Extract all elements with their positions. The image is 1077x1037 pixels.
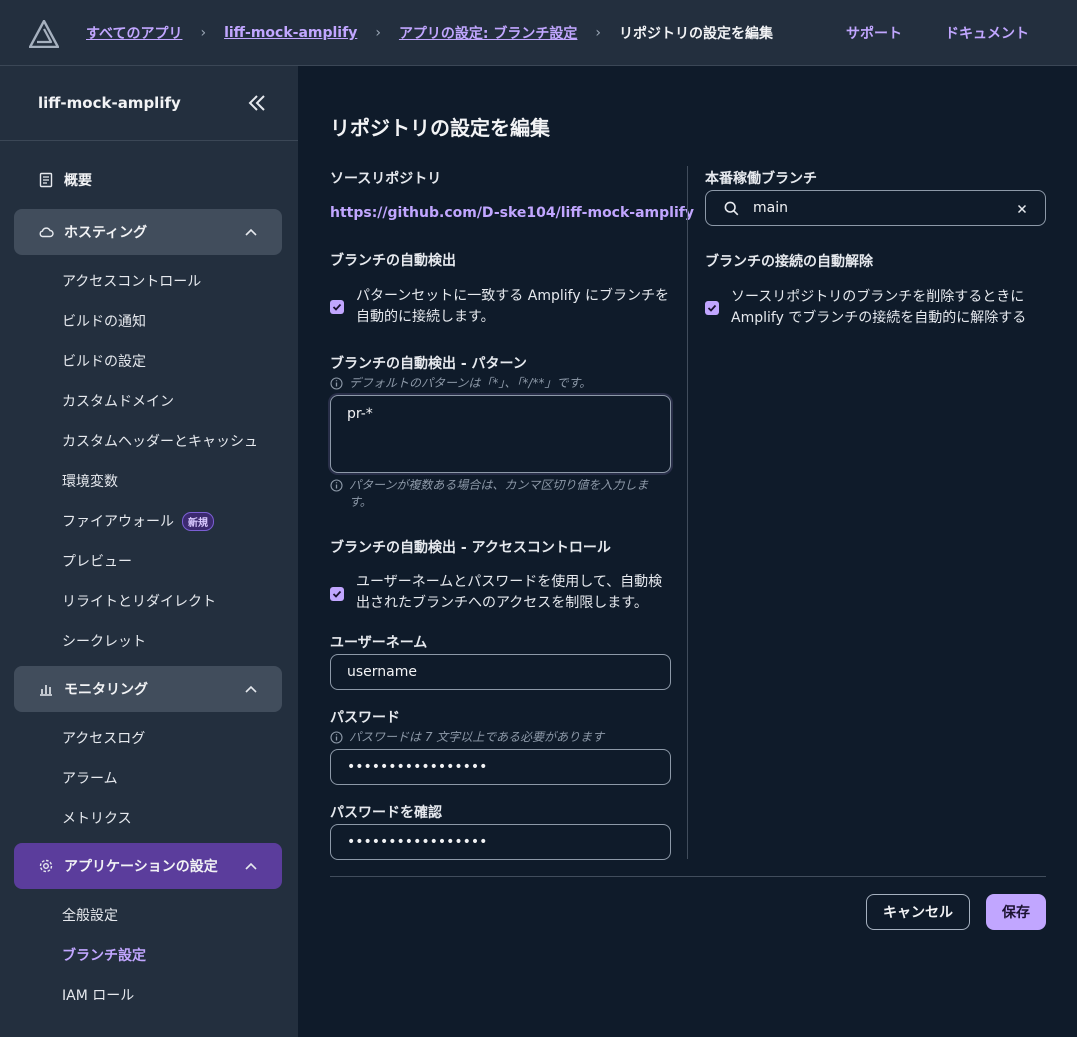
sidebar-item-overview[interactable]: 概要 <box>38 170 92 190</box>
auto-detect-checkbox-label: パターンセットに一致する Amplify にブランチを 自動的に接続します。 <box>356 288 670 325</box>
username-label: ユーザーネーム <box>330 635 428 651</box>
breadcrumb-current: リポジトリの設定を編集 <box>619 26 774 42</box>
info-icon <box>330 731 343 744</box>
breadcrumb-separator-icon: › <box>375 25 381 41</box>
top-navigation-bar: すべてのアプリ › liff-mock-amplify › アプリの設定: ブラ… <box>0 0 1077 66</box>
breadcrumb-separator-icon: › <box>595 25 602 41</box>
auto-disconnect-checkbox-label: ソースリポジトリのブランチを削除するときに Amplify でブランチの接続を自… <box>731 289 1027 326</box>
bar-chart-icon <box>38 681 54 697</box>
production-branch-label: 本番稼働ブランチ <box>705 171 817 187</box>
info-icon <box>330 479 343 492</box>
sidebar-item-label: 概要 <box>64 173 92 189</box>
sidebar-item-general-settings[interactable]: 全般設定 <box>62 905 118 925</box>
sidebar-item-build-notifications[interactable]: ビルドの通知 <box>62 311 146 331</box>
main-content: リポジトリの設定を編集 ソースリポジトリ https://github.com/… <box>298 66 1077 1037</box>
pattern-hint: デフォルトのパターンは「*」、「*/**」です。 <box>330 375 591 392</box>
pattern-textarea[interactable]: pr-* <box>330 395 671 473</box>
sidebar-item-environment-variables[interactable]: 環境変数 <box>62 471 118 491</box>
access-control-checkbox[interactable] <box>330 587 344 601</box>
sidebar-item-metrics[interactable]: メトリクス <box>62 808 132 828</box>
chevron-up-icon <box>245 685 257 693</box>
auto-detect-checkbox[interactable] <box>330 300 344 314</box>
access-control-checkbox-label: ユーザーネームとパスワードを使用して、自動検 出されたブランチへのアクセスを制限… <box>356 574 663 611</box>
sidebar-divider <box>0 140 298 141</box>
breadcrumb: すべてのアプリ › liff-mock-amplify › アプリの設定: ブラ… <box>86 0 773 66</box>
new-badge: 新規 <box>182 511 214 531</box>
clear-icon[interactable] <box>1017 204 1027 214</box>
username-input[interactable]: username <box>330 654 671 690</box>
production-branch-value: main <box>753 200 788 216</box>
check-icon <box>332 590 342 598</box>
page-title: リポジトリの設定を編集 <box>330 116 550 140</box>
footer-divider <box>330 876 1046 877</box>
sidebar-item-previews[interactable]: プレビュー <box>62 551 132 571</box>
collapse-sidebar-icon[interactable] <box>246 92 268 114</box>
source-repo-label: ソースリポジトリ <box>330 171 442 187</box>
pattern-label: ブランチの自動検出 - パターン <box>330 356 527 372</box>
gear-icon <box>38 858 54 874</box>
sidebar: liff-mock-amplify 概要 ホスティング アクセスコントロール ビ… <box>0 66 298 1037</box>
documentation-link[interactable]: ドキュメント <box>945 0 1029 66</box>
breadcrumb-branch-settings[interactable]: アプリの設定: ブランチ設定 <box>399 23 577 43</box>
sidebar-item-firewall[interactable]: ファイアウォール 新規 <box>62 511 214 531</box>
confirm-password-label: パスワードを確認 <box>330 805 442 821</box>
sidebar-app-name: liff-mock-amplify <box>38 94 181 112</box>
amplify-logo-icon[interactable] <box>29 20 59 48</box>
password-label: パスワード <box>330 710 400 726</box>
document-icon <box>39 172 53 188</box>
sidebar-item-branch-settings[interactable]: ブランチ設定 <box>62 945 146 965</box>
auto-detect-label: ブランチの自動検出 <box>330 253 456 269</box>
sidebar-item-build-settings[interactable]: ビルドの設定 <box>62 351 146 371</box>
breadcrumb-separator-icon: › <box>200 25 207 41</box>
sidebar-group-monitoring[interactable]: モニタリング <box>14 666 282 712</box>
breadcrumb-app[interactable]: liff-mock-amplify <box>224 25 357 41</box>
auto-disconnect-checkbox[interactable] <box>705 301 719 315</box>
password-hint: パスワードは 7 文字以上である必要があります <box>330 729 604 746</box>
breadcrumb-all-apps[interactable]: すべてのアプリ <box>86 23 182 43</box>
sidebar-group-label: アプリケーションの設定 <box>64 859 218 875</box>
sidebar-group-hosting[interactable]: ホスティング <box>14 209 282 255</box>
sidebar-group-label: ホスティング <box>64 225 148 241</box>
check-icon <box>332 303 342 311</box>
sidebar-item-iam-roles[interactable]: IAM ロール <box>62 985 134 1005</box>
check-icon <box>707 304 717 312</box>
password-input[interactable]: ••••••••••••••••• <box>330 749 671 785</box>
chevron-up-icon <box>245 862 257 870</box>
sidebar-item-custom-headers[interactable]: カスタムヘッダーとキャッシュ <box>62 431 258 451</box>
sidebar-group-label: モニタリング <box>64 682 148 698</box>
cloud-icon <box>38 224 54 240</box>
support-link[interactable]: サポート <box>846 0 902 66</box>
info-icon <box>330 377 343 390</box>
sidebar-item-alarms[interactable]: アラーム <box>62 768 118 788</box>
sidebar-item-access-logs[interactable]: アクセスログ <box>62 728 145 748</box>
production-branch-search[interactable]: main <box>705 190 1046 226</box>
chevron-up-icon <box>245 228 257 236</box>
source-repo-link[interactable]: https://github.com/D-ske104/liff-mock-am… <box>330 205 694 221</box>
sidebar-item-access-control[interactable]: アクセスコントロール <box>62 271 201 291</box>
auto-disconnect-label: ブランチの接続の自動解除 <box>705 254 873 270</box>
sidebar-item-rewrites-redirects[interactable]: リライトとリダイレクト <box>62 591 216 611</box>
cancel-button[interactable]: キャンセル <box>866 894 970 930</box>
column-divider <box>687 166 688 859</box>
sidebar-group-app-settings[interactable]: アプリケーションの設定 <box>14 843 282 889</box>
confirm-password-input[interactable]: ••••••••••••••••• <box>330 824 671 860</box>
sidebar-item-secrets[interactable]: シークレット <box>62 631 146 651</box>
save-button[interactable]: 保存 <box>986 894 1046 930</box>
pattern-help: パターンが複数ある場合は、カンマ区切り値を入力しま す。 <box>330 477 660 511</box>
access-control-label: ブランチの自動検出 - アクセスコントロール <box>330 540 611 556</box>
search-icon <box>724 201 739 215</box>
sidebar-item-label: ファイアウォール <box>62 514 174 530</box>
sidebar-item-custom-domain[interactable]: カスタムドメイン <box>62 391 174 411</box>
